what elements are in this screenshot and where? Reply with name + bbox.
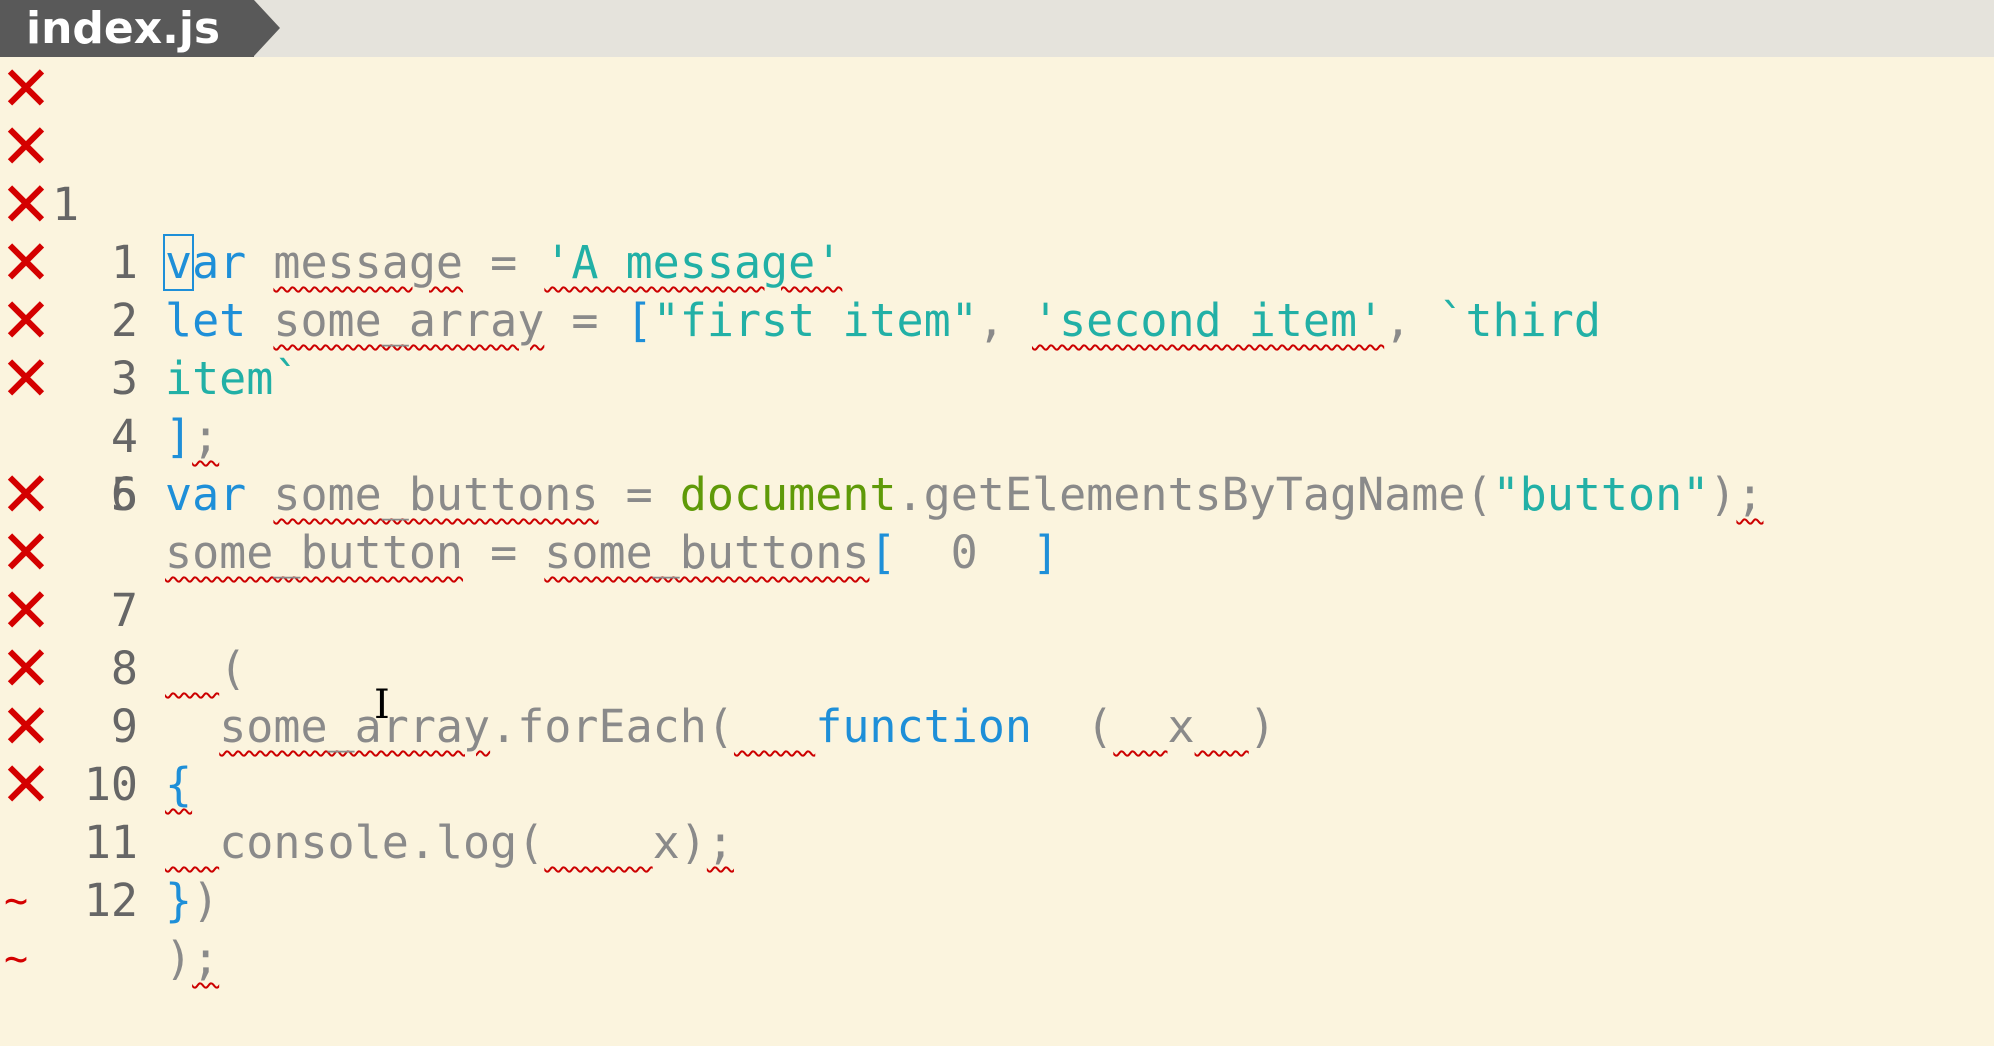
error-x-icon: ✕ [0, 458, 52, 531]
code-line: ✕ 9 { [0, 574, 1994, 812]
error-x-icon: ✕ [0, 284, 52, 357]
error-x-icon: ✕ [0, 168, 52, 241]
code-editor[interactable]: ✕ 1 var message = 'A message' ✕ 1 let so… [0, 52, 1994, 986]
error-x-icon: ✕ [0, 110, 52, 183]
error-x-icon: ✕ [0, 226, 52, 299]
code-line: ✕ 7 ( [0, 458, 1994, 696]
end-of-buffer-line: ~ [0, 814, 1994, 924]
end-of-buffer-line: ~ [0, 872, 1994, 982]
file-tab[interactable]: index.js [0, 0, 281, 57]
error-x-icon: ✕ [0, 516, 52, 589]
error-x-icon: ✕ [0, 632, 52, 705]
code-line: ✕ 2 item` [0, 168, 1994, 406]
code-line: ✕ 11 }) [0, 690, 1994, 928]
code-line: ✕ 5 some_button = some_buttons[ 0 ] [0, 342, 1994, 580]
code-line: ✕ 10 console.log( x); [0, 632, 1994, 870]
code-line: ✕ 4 var some_buttons = document.getEleme… [0, 284, 1994, 522]
code-line: 6 [0, 408, 1994, 521]
error-x-icon: ✕ [0, 52, 52, 125]
code-line: ✕ 1 var message = 'A message' [0, 52, 1994, 291]
error-x-icon: ✕ [0, 690, 52, 763]
mouse-ibeam-cursor-icon: I [374, 682, 390, 728]
error-x-icon: ✕ [0, 574, 52, 647]
code-line: ✕ 1 let some_array = ["first item", 'sec… [0, 110, 1994, 348]
code-line: ✕ 8 some_array.forEach( function ( x ) [0, 516, 1994, 754]
code-text: ); [165, 932, 220, 985]
tab-bar: index.js [0, 0, 1994, 57]
error-x-icon: ✕ [0, 748, 52, 821]
code-line: ✕ 12 ); [0, 748, 1994, 986]
error-x-icon: ✕ [0, 342, 52, 415]
code-line: ✕ 3 ]; [0, 226, 1994, 464]
tilde-marker: ~ [4, 936, 29, 982]
